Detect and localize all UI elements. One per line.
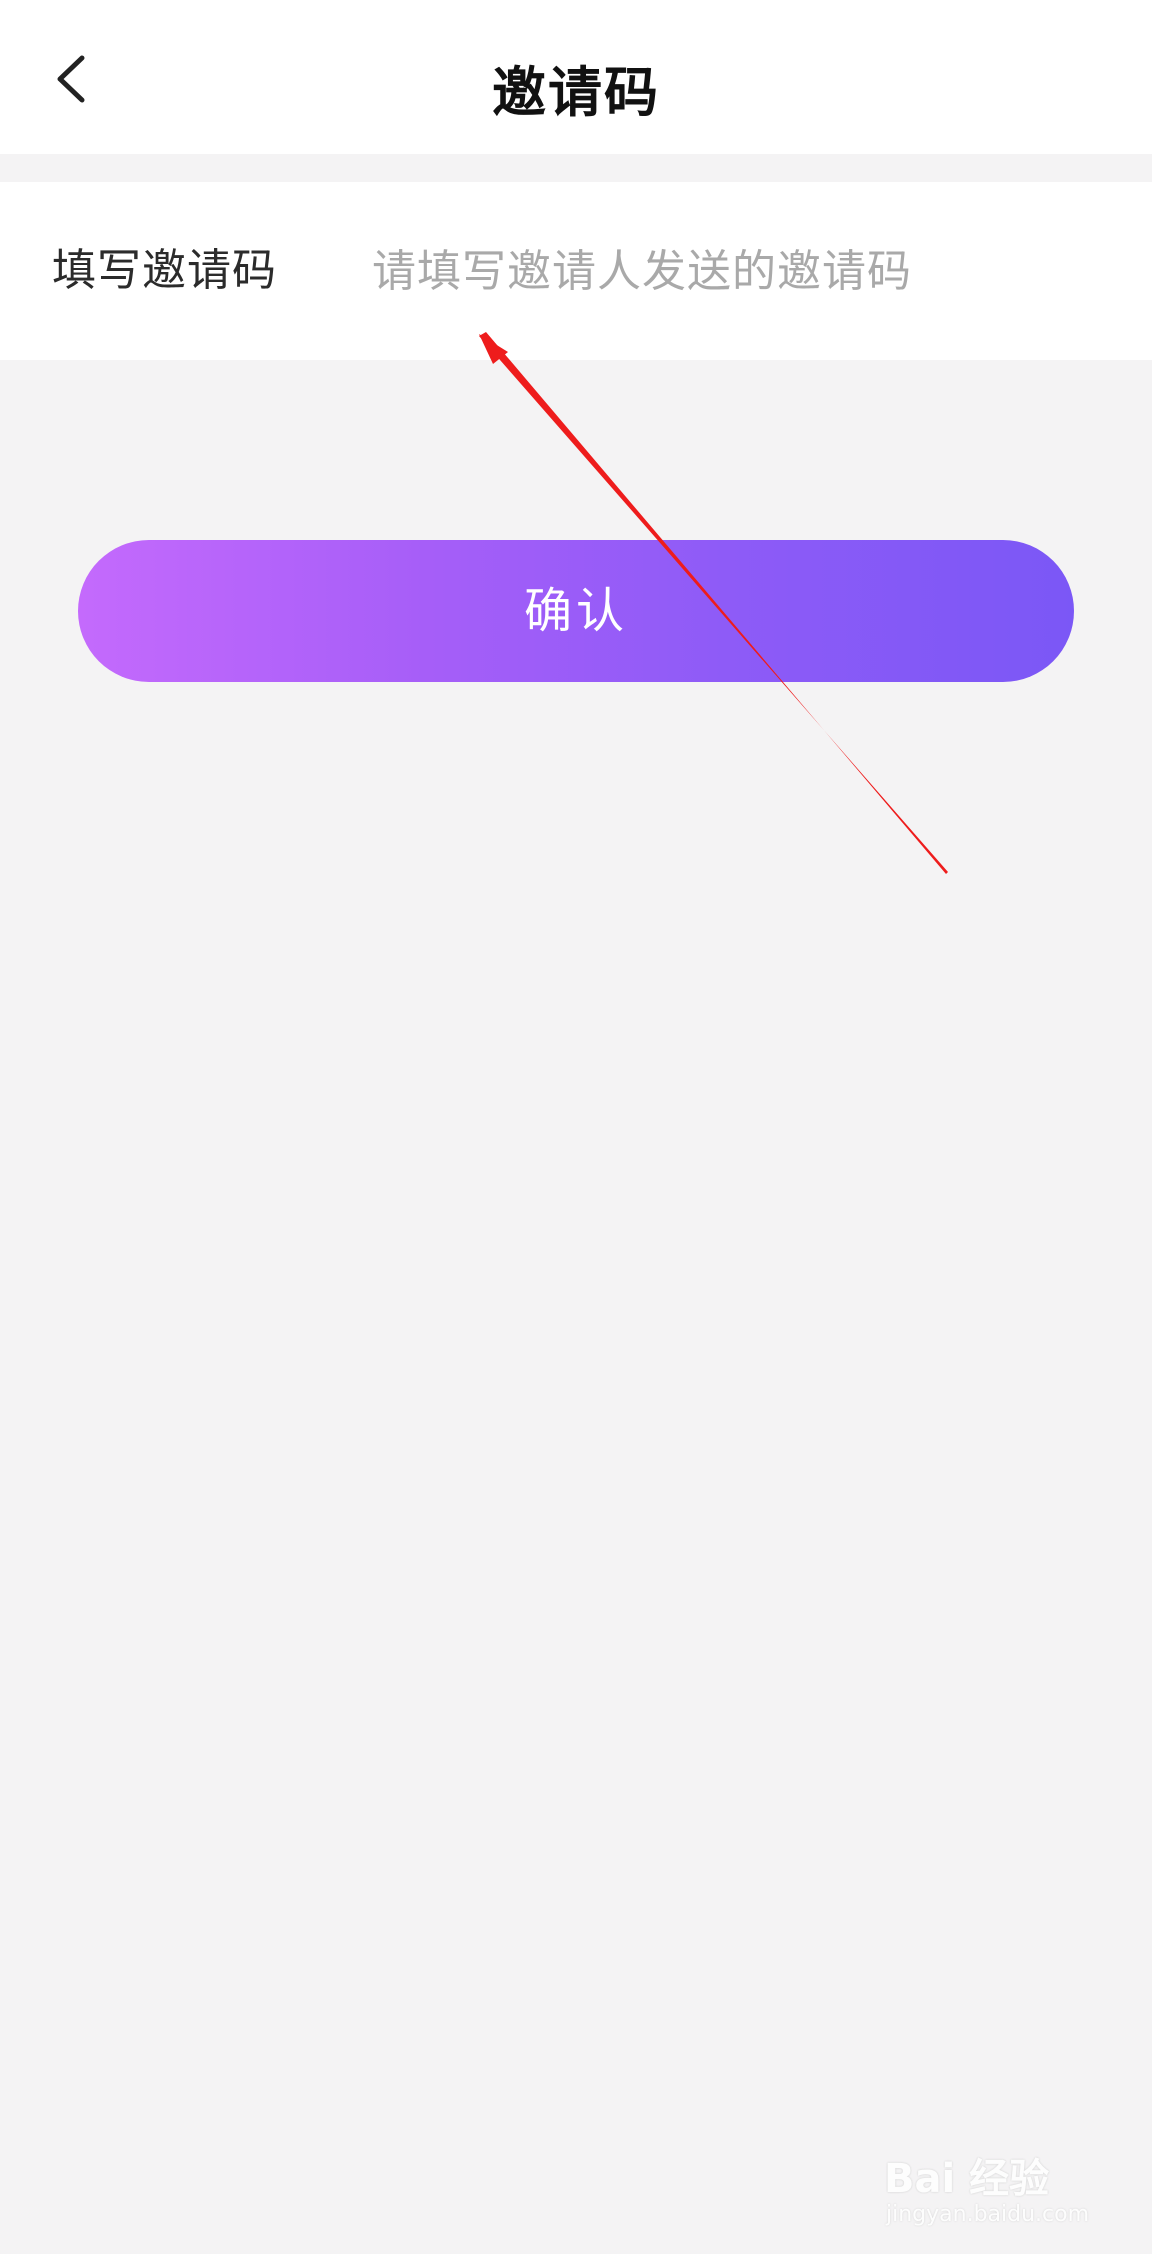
invite-code-row: 填写邀请码 [0, 182, 1152, 360]
invite-code-label: 填写邀请码 [52, 245, 277, 296]
invite-code-input[interactable] [372, 234, 1092, 308]
top-nav-bar: 邀请码 [0, 0, 1152, 154]
confirm-button[interactable]: 确认 [78, 540, 1074, 682]
watermark-brand: Bai 经验 [884, 2156, 1050, 2202]
baidu-jingyan-watermark: Bai 经验 jingyan.baidu.com [880, 2130, 1120, 2240]
watermark-url: jingyan.baidu.com [886, 2202, 1090, 2227]
page-title: 邀请码 [492, 61, 660, 124]
